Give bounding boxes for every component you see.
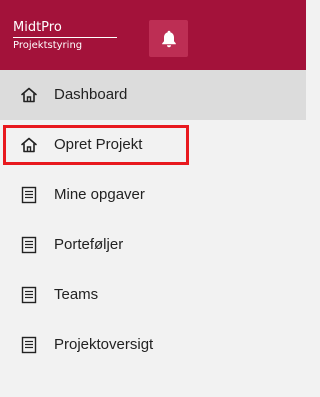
sidebar-item-teams[interactable]: Teams: [0, 270, 306, 320]
sidebar-item-label: Mine opgaver: [54, 186, 145, 203]
brand-logo[interactable]: MidtPro Projektstyring: [13, 20, 117, 53]
sidebar-item-projektoversigt[interactable]: Projektoversigt: [0, 320, 306, 370]
home-icon: [20, 86, 38, 104]
sidebar-item-mine-opgaver[interactable]: Mine opgaver: [0, 170, 306, 220]
bell-icon: [161, 30, 176, 47]
sidebar-item-opret-projekt[interactable]: Opret Projekt: [3, 125, 189, 165]
sidebar-item-label: Dashboard: [54, 86, 128, 103]
brand-name: MidtPro: [13, 20, 117, 38]
document-icon: [20, 236, 38, 254]
sidebar-item-label: Projektoversigt: [54, 336, 154, 353]
sidebar-item-portefoeljer[interactable]: Porteføljer: [0, 220, 306, 270]
brand-subtitle: Projektstyring: [13, 40, 83, 51]
sidebar-item-dashboard[interactable]: Dashboard: [0, 70, 306, 120]
sidebar-item-label: Teams: [54, 286, 99, 303]
document-icon: [20, 186, 38, 204]
sidebar-menu: Dashboard Opret Projekt Mine opgaver Por…: [0, 70, 306, 370]
document-icon: [20, 336, 38, 354]
sidebar-item-label: Porteføljer: [54, 236, 124, 253]
document-icon: [20, 286, 38, 304]
home-icon: [20, 136, 38, 154]
top-bar: MidtPro Projektstyring: [0, 0, 306, 70]
sidebar-item-label: Opret Projekt: [54, 136, 143, 153]
notifications-button[interactable]: [149, 20, 188, 57]
